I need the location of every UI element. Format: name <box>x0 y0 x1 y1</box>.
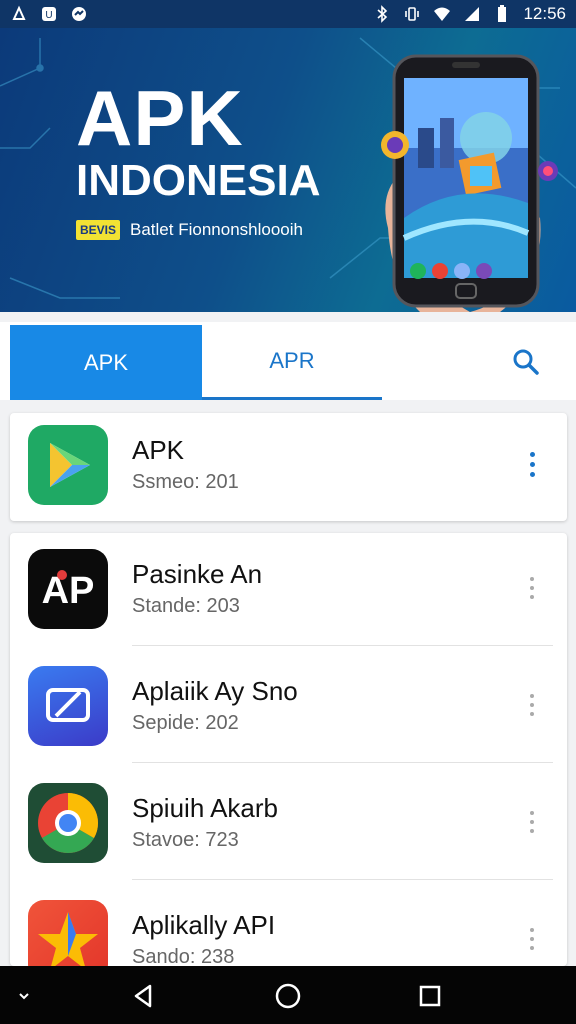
app-meta: Stavoe: 723 <box>132 829 239 851</box>
featured-app-name: APK <box>132 435 185 465</box>
app-meta: Sando: 238 <box>132 946 235 966</box>
hero-tagline: BEVIS Batlet Fionnonshloooih <box>76 220 303 240</box>
more-dot <box>530 937 534 941</box>
more-button[interactable] <box>522 685 542 725</box>
app-name: Aplikally API <box>132 910 276 940</box>
list-item[interactable]: Spiuih Akarb Stavoe: 723 <box>10 767 567 885</box>
more-dot <box>530 946 534 950</box>
more-dot <box>530 712 534 716</box>
star-icon <box>28 900 108 966</box>
tab-apr[interactable]: APR <box>202 325 382 400</box>
recents-button[interactable] <box>414 980 446 1012</box>
more-dot <box>529 461 535 467</box>
svg-text:U: U <box>45 10 52 21</box>
more-dot <box>530 928 534 932</box>
chrome-icon <box>28 783 108 863</box>
hero-title: APK <box>76 74 244 162</box>
more-dot <box>530 811 534 815</box>
more-dot <box>530 595 534 599</box>
more-dot <box>529 451 535 457</box>
collapse-button[interactable] <box>8 980 40 1012</box>
more-dot <box>529 471 535 477</box>
home-button[interactable] <box>272 980 304 1012</box>
app-name: Pasinke An <box>132 559 263 589</box>
app-meta: Sepide: 202 <box>132 712 239 734</box>
wifi-icon <box>434 7 451 21</box>
list-item[interactable]: Aplaiik Ay Sno Sepide: 202 <box>10 650 567 768</box>
tab-bar: APK APR <box>0 322 576 400</box>
more-button[interactable] <box>522 568 542 608</box>
signal-icon <box>465 7 480 21</box>
battery-icon <box>498 5 507 22</box>
sync-icon <box>72 7 86 21</box>
home-icon <box>275 983 301 1009</box>
more-button[interactable] <box>522 802 542 842</box>
ap-logo-icon: AP <box>28 549 108 629</box>
hero-tagline-text: Batlet Fionnonshloooih <box>130 220 303 239</box>
hero-subtitle: INDONESIA <box>76 156 321 205</box>
app-name: Aplaiik Ay Sno <box>132 676 298 706</box>
search-icon <box>513 349 539 375</box>
bluetooth-icon <box>377 5 388 23</box>
app-icon: U <box>42 7 56 21</box>
app-list-card: AP Pasinke An Stande: 203 Aplaiik Ay Sno… <box>10 533 567 966</box>
more-dot <box>530 694 534 698</box>
more-dot <box>530 586 534 590</box>
vibrate-icon <box>405 7 420 21</box>
list-item[interactable]: AP Pasinke An Stande: 203 <box>10 533 567 651</box>
list-item[interactable]: Aplikally API Sando: 238 <box>10 884 567 966</box>
app-name: Spiuih Akarb <box>132 793 278 823</box>
more-dot <box>530 820 534 824</box>
search-button[interactable] <box>508 344 544 380</box>
more-dot <box>530 703 534 707</box>
status-bar: U 12:56 <box>0 0 576 28</box>
status-time: 12:56 <box>523 4 566 23</box>
play-store-icon <box>28 425 108 505</box>
divider <box>132 879 553 880</box>
back-button[interactable] <box>128 980 160 1012</box>
featured-row[interactable]: APK Ssmeo: 201 <box>10 409 567 527</box>
app-meta: Stande: 203 <box>132 595 240 617</box>
navigation-bar <box>0 966 576 1024</box>
featured-more-button[interactable] <box>522 444 542 484</box>
hero-badge: BEVIS <box>76 220 121 240</box>
featured-card[interactable]: APK Ssmeo: 201 <box>10 413 567 521</box>
recents-icon <box>419 985 441 1007</box>
tab-apk[interactable]: APK <box>10 325 202 400</box>
notification-icon <box>12 5 26 20</box>
divider <box>132 762 553 763</box>
screen-cast-icon <box>28 666 108 746</box>
more-dot <box>530 577 534 581</box>
collapse-icon <box>19 993 29 1000</box>
back-icon <box>134 984 152 1008</box>
more-button[interactable] <box>522 919 542 959</box>
divider <box>132 645 553 646</box>
featured-app-meta: Ssmeo: 201 <box>132 471 239 493</box>
hero-banner: APK INDONESIA BEVIS Batlet Fionnonshlooo… <box>0 28 576 312</box>
svg-text:AP: AP <box>42 570 95 612</box>
more-dot <box>530 829 534 833</box>
